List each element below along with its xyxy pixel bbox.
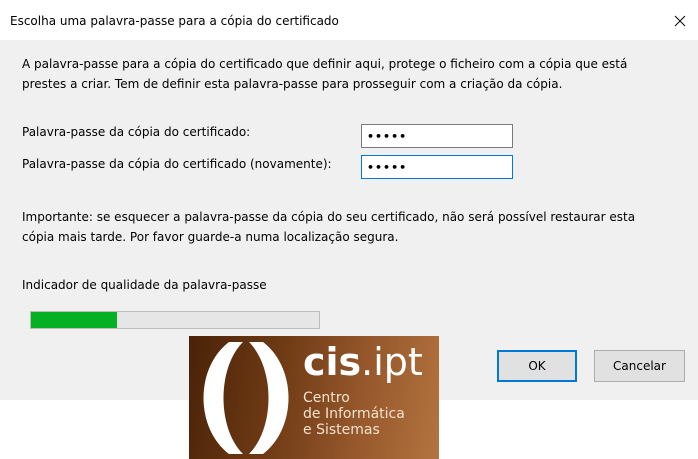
logo-brand-rest: .ipt	[361, 340, 423, 384]
close-button[interactable]	[666, 8, 694, 34]
intro-text: A palavra-passe para a cópia do certific…	[22, 54, 682, 94]
cis-ipt-logo: cis.ipt Centro de Informática e Sistemas	[189, 336, 439, 459]
quality-label: Indicador de qualidade da palavra-passe	[22, 278, 267, 292]
password-quality-bar	[30, 311, 320, 329]
password-field[interactable]	[361, 124, 513, 148]
logo-line-3: e Sistemas	[303, 422, 380, 438]
confirm-password-field[interactable]	[361, 155, 513, 179]
logo-brand: cis.ipt	[303, 338, 423, 386]
logo-text-block: cis.ipt Centro de Informática e Sistemas	[303, 338, 423, 438]
confirm-password-label: Palavra-passe da cópia do certificado (n…	[22, 157, 332, 171]
intro-line-1: A palavra-passe para a cópia do certific…	[22, 57, 628, 71]
close-icon	[674, 15, 686, 27]
logo-brand-bold: cis	[303, 340, 362, 384]
logo-subtitle: Centro de Informática e Sistemas	[303, 390, 423, 438]
logo-emblem-icon	[203, 342, 289, 454]
ok-button[interactable]: OK	[497, 350, 577, 382]
dialog-title: Escolha uma palavra-passe para a cópia d…	[10, 14, 339, 28]
warning-text: Importante: se esquecer a palavra-passe …	[22, 207, 682, 247]
password-label: Palavra-passe da cópia do certificado:	[22, 125, 251, 139]
intro-line-2: prestes a criar. Tem de definir esta pal…	[22, 77, 563, 91]
title-bar: Escolha uma palavra-passe para a cópia d…	[0, 0, 698, 40]
logo-line-2: de Informática	[303, 406, 405, 422]
logo-line-1: Centro	[303, 390, 350, 406]
password-quality-fill	[31, 312, 118, 328]
warning-line-2: cópia mais tarde. Por favor guarde-a num…	[22, 230, 399, 244]
cancel-button[interactable]: Cancelar	[594, 350, 685, 382]
warning-line-1: Importante: se esquecer a palavra-passe …	[22, 210, 636, 224]
